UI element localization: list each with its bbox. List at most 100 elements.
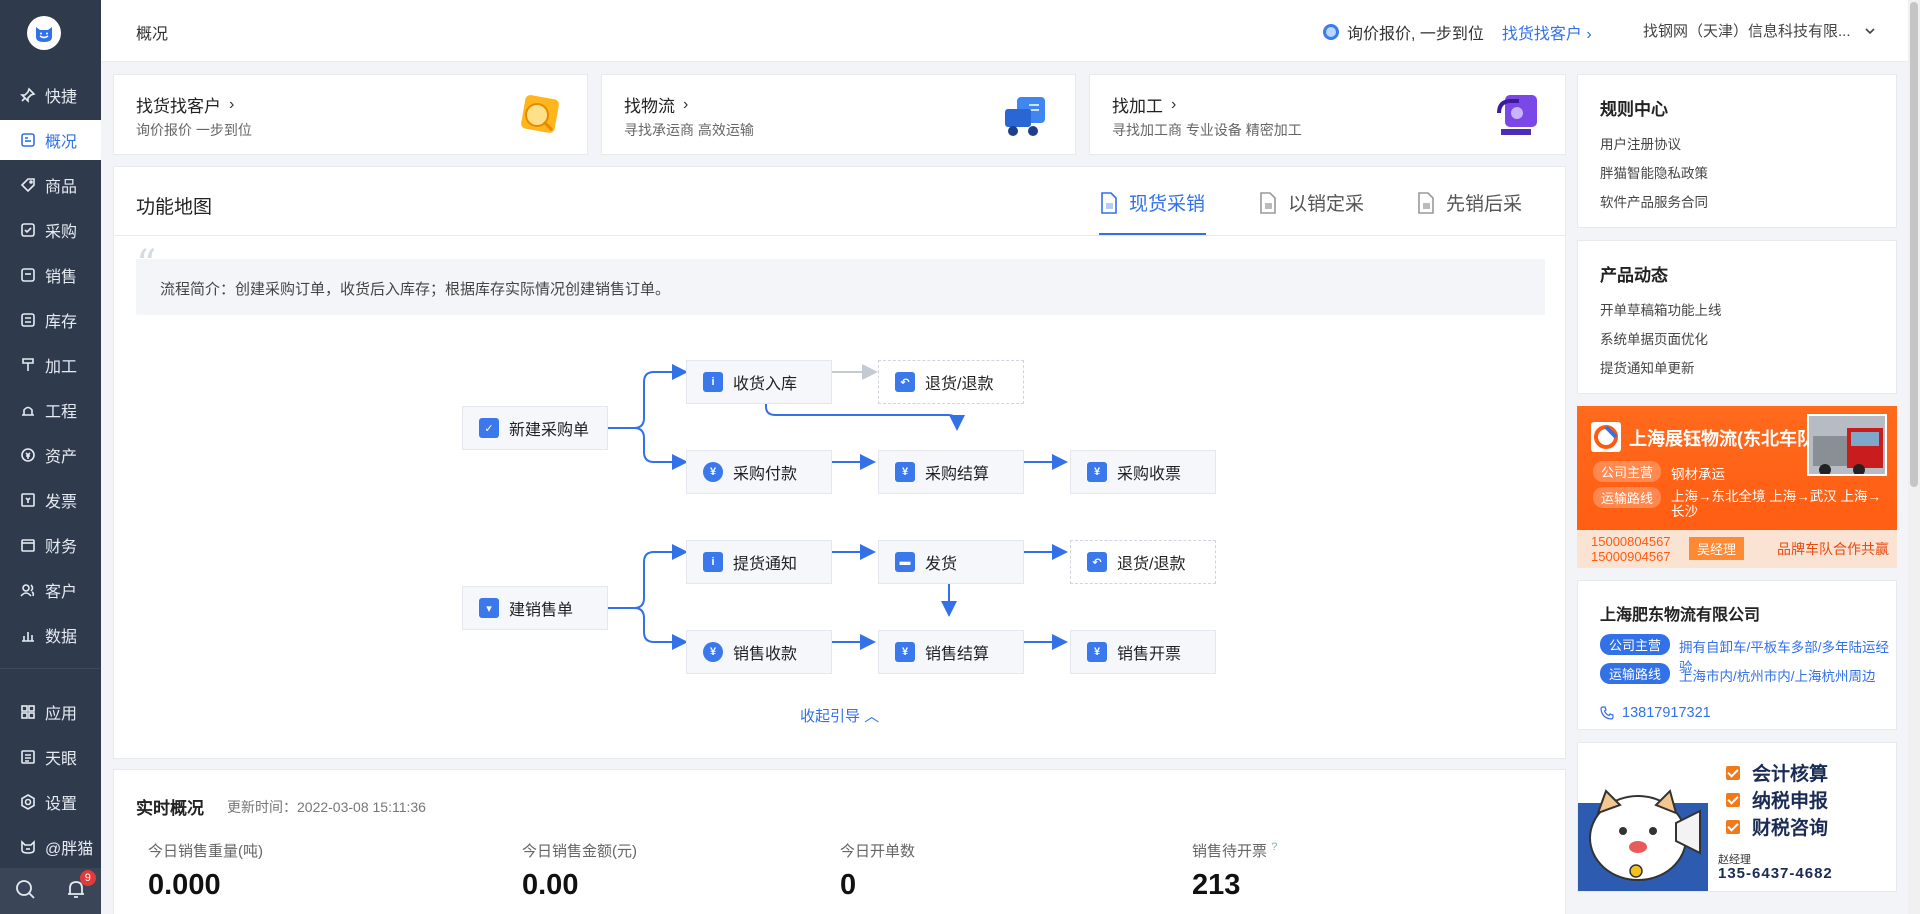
assets-icon (20, 447, 36, 463)
realtime-title: 实时概况 (136, 799, 204, 818)
quick-card-find-processing[interactable]: 找加工 › 寻找加工商 专业设备 精密加工 (1089, 74, 1566, 155)
product-news-card: 产品动态 开单草稿箱功能上线 系统单据页面优化 提货通知单更新 (1577, 240, 1897, 394)
truck-image (1809, 416, 1885, 474)
news-link[interactable]: 提货通知单更新 (1600, 357, 1695, 377)
settings-icon (20, 794, 36, 810)
news-link[interactable]: 系统单据页面优化 (1600, 328, 1708, 348)
flow-node-sales-collection[interactable]: ¥ 销售收款 (686, 630, 832, 674)
truck-icon (1005, 97, 1045, 136)
company-logo (1591, 422, 1621, 452)
logistics-ad-banner[interactable]: 上海展钰物流(东北车队) 公司主营 钢材承运 运输路线 上海→东北全境 上海→武… (1577, 406, 1897, 568)
sidebar-item-goods[interactable]: 商品 (0, 165, 101, 205)
invoice-issue-icon: ¥ (1087, 642, 1107, 662)
return-icon: ↶ (895, 372, 915, 392)
flow-node-pickup-notice[interactable]: i 提货通知 (686, 540, 832, 584)
search-icon[interactable] (14, 878, 36, 905)
processing-icon (20, 357, 36, 373)
return-icon: ↶ (1087, 552, 1107, 572)
news-title: 产品动态 (1600, 266, 1668, 285)
notification-bell[interactable]: 9 (65, 869, 96, 905)
inventory-icon (20, 312, 36, 328)
flow-node-purchase-settlement[interactable]: ¥ 采购结算 (878, 450, 1024, 494)
company-ad-card[interactable]: 上海肥东物流有限公司 公司主营 拥有自卸车/平板车多部/多年陆运经验 运输路线 … (1577, 580, 1897, 730)
help-icon[interactable]: ? (1271, 841, 1277, 853)
rules-link[interactable]: 软件产品服务合同 (1600, 191, 1708, 211)
find-goods-icon (521, 95, 559, 133)
stat-sales-weight: 今日销售重量(吨) 0.000 (148, 840, 263, 902)
tag-icon (20, 177, 36, 193)
notification-badge: 9 (79, 869, 96, 886)
flow-node-purchase-invoice[interactable]: ¥ 采购收票 (1070, 450, 1216, 494)
overview-icon (20, 132, 36, 148)
flow-node-receive-stock[interactable]: i 收货入库 (686, 360, 832, 404)
flow-node-purchase-payment[interactable]: ¥ 采购付款 (686, 450, 832, 494)
app-logo[interactable] (27, 16, 61, 50)
function-map-panel: 功能地图 现货采销 以销定采 先销后采 “ 流程简介：创建采购订单，收货后入库存… (113, 166, 1566, 759)
accounting-ad-banner[interactable]: 会计核算 纳税申报 财税咨询 赵经理 135-6437-4682 (1577, 742, 1897, 892)
sidebar-item-pangmao[interactable]: @胖猫 (0, 827, 101, 867)
stat-pending-invoice: 销售待开票 ? 213 (1192, 840, 1277, 902)
sidebar-item-engineering[interactable]: 工程 (0, 390, 101, 430)
checkbox-icon (1726, 819, 1740, 834)
rules-link[interactable]: 胖猫智能隐私政策 (1600, 162, 1708, 182)
sidebar-item-data[interactable]: 数据 (0, 615, 101, 655)
chevron-right-icon: › (229, 95, 235, 113)
ad-tag: 运输路线 (1593, 487, 1662, 508)
news-link[interactable]: 开单草稿箱功能上线 (1600, 299, 1722, 319)
sidebar-item-skyeye[interactable]: 天眼 (0, 737, 101, 777)
sidebar-item-finance[interactable]: 财务 (0, 525, 101, 565)
scrollbar-thumb[interactable] (1910, 2, 1918, 487)
sidebar-item-assets[interactable]: 资产 (0, 435, 101, 475)
page-title: 概况 (136, 26, 169, 43)
sidebar-item-processing[interactable]: 加工 (0, 345, 101, 385)
ad-manager: 吴经理 (1689, 537, 1745, 560)
flow-node-purchase-return[interactable]: ↶ 退货/退款 (878, 360, 1024, 404)
cat-mascot-illustration (1578, 789, 1708, 891)
warehouse-icon: i (703, 372, 723, 392)
quick-card-subtitle: 询价报价 一步到位 (136, 122, 252, 138)
sidebar-item-sales[interactable]: 销售 (0, 255, 101, 295)
flow-node-new-purchase-order[interactable]: ✓ 新建采购单 (462, 406, 608, 450)
sales-icon (20, 267, 36, 283)
flow-node-sales-invoice[interactable]: ¥ 销售开票 (1070, 630, 1216, 674)
promo-link-label: 找货找客户 (1501, 26, 1582, 43)
service-item: 财税咨询 (1726, 813, 1828, 840)
stat-label: 今日销售重量(吨) (148, 843, 263, 860)
ad-slogan: 品牌车队合作共赢 (1777, 541, 1889, 557)
ad-tag: 公司主营 (1600, 634, 1671, 655)
flow-node-ship[interactable]: ▬ 发货 (878, 540, 1024, 584)
sidebar-item-inventory[interactable]: 库存 (0, 300, 101, 340)
quick-card-subtitle: 寻找承运商 高效运输 (624, 122, 754, 138)
ad-phone[interactable]: 13817917321 (1600, 705, 1711, 721)
sidebar-item-quick[interactable]: 快捷 (0, 75, 101, 115)
sidebar-item-settings[interactable]: 设置 (0, 782, 101, 822)
page-scrollbar[interactable] (1908, 0, 1920, 914)
stat-label: 今日开单数 (840, 843, 916, 860)
sidebar-item-invoice[interactable]: 发票 (0, 480, 101, 520)
pin-icon (20, 87, 36, 103)
flow-node-sales-return[interactable]: ↶ 退货/退款 (1070, 540, 1216, 584)
ad-company-name: 上海展钰物流(东北车队) (1629, 429, 1821, 449)
quick-card-find-logistics[interactable]: 找物流 › 寻找承运商 高效运输 (601, 74, 1076, 155)
company-switcher[interactable]: 找钢网（天津）信息科技有限... (1643, 20, 1877, 41)
ad-phone: 135-6437-4682 (1718, 865, 1833, 882)
quick-card-find-goods[interactable]: 找货找客户 › 询价报价 一步到位 (113, 74, 588, 155)
sidebar-item-overview[interactable]: 概况 (0, 120, 101, 160)
phone-icon (1600, 706, 1614, 720)
quick-card-title: 找加工 › (1112, 95, 1177, 117)
chevron-right-icon: › (683, 95, 689, 113)
collapse-guide-button[interactable]: 收起引导 ︿ (800, 705, 879, 726)
sidebar-footer: 9 (0, 868, 101, 914)
rules-link[interactable]: 用户注册协议 (1600, 133, 1681, 153)
sidebar-item-customers[interactable]: 客户 (0, 570, 101, 610)
apps-icon (20, 704, 36, 720)
service-item: 纳税申报 (1726, 786, 1828, 813)
sidebar-item-apps[interactable]: 应用 (0, 692, 101, 732)
sidebar-item-purchase[interactable]: 采购 (0, 210, 101, 250)
checkbox-icon (1726, 765, 1740, 780)
stat-sales-amount: 今日销售金额(元) 0.00 (522, 840, 637, 902)
promo-link[interactable]: 找货找客户 › (1502, 20, 1592, 44)
sidebar-divider (0, 668, 101, 669)
flow-node-new-sales-order[interactable]: ▾ 建销售单 (462, 586, 608, 630)
flow-node-sales-settlement[interactable]: ¥ 销售结算 (878, 630, 1024, 674)
